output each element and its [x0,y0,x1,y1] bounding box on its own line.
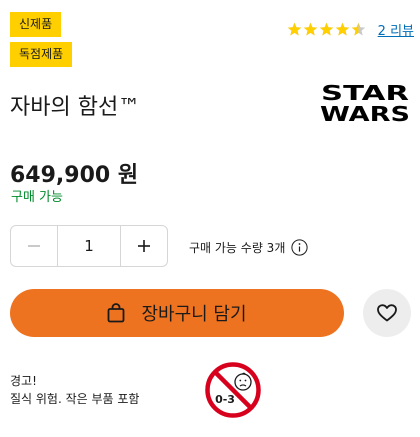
star-icon [287,22,302,37]
product-price: 649,900 원 [10,163,139,188]
safety-warning: 경고! 질식 위험. 작은 부품 포함 [10,372,139,408]
svg-text:0-3: 0-3 [215,393,235,406]
shopping-bag-icon [108,303,125,323]
add-to-cart-label: 장바구니 담기 [141,304,247,325]
reviews-link[interactable]: 2 리뷰 [378,20,414,39]
exclusive-badge: 독점제품 [10,42,73,67]
star-icon [335,22,350,37]
purchase-limit: 구매 가능 수량 3개 [189,239,308,256]
decrease-button[interactable] [11,226,57,266]
availability-status: 구매 가능 [11,190,63,205]
add-to-cart-button[interactable]: 장바구니 담기 [10,289,344,337]
svg-text:WARS: WARS [320,102,410,124]
product-title: 자바의 함선™ [10,95,141,120]
quantity-value[interactable]: 1 [57,226,121,266]
warning-text: 질식 위험. 작은 부품 포함 [10,392,140,406]
purchase-limit-text: 구매 가능 수량 3개 [189,241,286,255]
star-icon [319,22,334,37]
new-badge: 신제품 [10,12,62,37]
heart-icon [377,304,397,322]
star-wars-logo[interactable]: STAR WARS [318,80,412,124]
quantity-stepper: 1 [10,225,168,267]
info-icon[interactable] [291,239,308,256]
wishlist-button[interactable] [363,289,411,337]
star-icon [303,22,318,37]
increase-button[interactable] [121,226,167,266]
warning-title: 경고! [10,374,37,388]
star-icon [351,22,366,37]
rating: 2 리뷰 [287,20,414,39]
plus-icon [138,240,150,252]
age-restriction-icon: 0-3 [205,362,261,418]
minus-icon [28,245,40,247]
star-rating [287,22,366,37]
